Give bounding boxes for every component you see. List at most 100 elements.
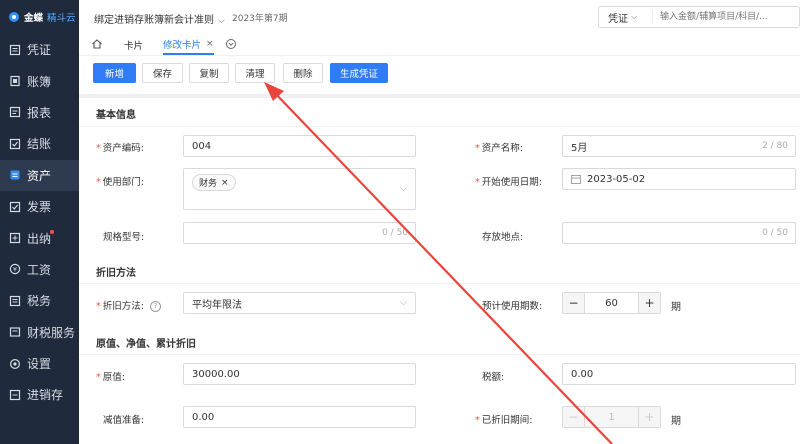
asset-name-input[interactable]: 5月 2 / 80: [562, 135, 796, 157]
sidebar-item-label: 设置: [27, 357, 52, 372]
location-label: 存放地点:: [482, 232, 524, 243]
start-date-label: * 开始使用日期:: [475, 177, 542, 188]
impairment-value: 0.00: [192, 411, 215, 423]
new-button[interactable]: 新增: [93, 63, 136, 83]
increment-button[interactable]: +: [639, 293, 660, 313]
search-input[interactable]: [653, 11, 799, 23]
company-name: 绑定进销存账簿新会计准则: [94, 15, 214, 26]
search-type-label: 凭证: [608, 13, 628, 25]
sidebar-item-inventory[interactable]: 进销存: [0, 379, 79, 410]
toolbar: 新增 保存 复制 清理 删除 生成凭证: [79, 55, 800, 94]
char-counter: 0 / 50: [382, 228, 408, 238]
sidebar: 金蝶 精斗云 凭证 账簿 报表 结账 资产 发票 出纳 ¥ 工资 税务 财税服务: [0, 0, 79, 444]
asset-code-value: 004: [192, 140, 212, 152]
dep-periods-stepper: − 1 +: [562, 406, 661, 428]
sidebar-item-settings[interactable]: 设置: [0, 348, 79, 379]
salary-icon: ¥: [9, 263, 21, 275]
sidebar-item-label: 进销存: [27, 388, 64, 403]
impairment-label: 减值准备:: [103, 415, 145, 426]
close-icon[interactable]: ×: [206, 39, 214, 49]
brand-logo-icon: [8, 11, 20, 23]
sidebar-item-voucher[interactable]: 凭证: [0, 34, 79, 65]
chevron-down-icon: ⌵: [400, 298, 407, 308]
decrement-button[interactable]: −: [563, 293, 584, 313]
settings-icon: [9, 358, 21, 370]
tab-label: 修改卡片: [163, 39, 202, 51]
sidebar-item-label: 报表: [27, 105, 52, 120]
sidebar-item-salary[interactable]: ¥ 工资: [0, 254, 79, 285]
sidebar-item-service[interactable]: 财税服务: [0, 317, 79, 348]
original-value-value: 30000.00: [192, 368, 240, 380]
sidebar-item-label: 结账: [27, 137, 52, 152]
search-type-select[interactable]: 凭证 ⌵: [599, 10, 654, 25]
sidebar-item-ledger[interactable]: 账簿: [0, 65, 79, 96]
save-button[interactable]: 保存: [142, 63, 183, 83]
voucher-icon: [9, 44, 21, 56]
increment-button: +: [639, 407, 660, 427]
chevron-down-icon: ⌵: [631, 12, 638, 21]
dep-periods-unit: 期: [671, 416, 681, 427]
asset-code-input[interactable]: 004: [183, 135, 416, 157]
notification-dot: [50, 230, 54, 235]
dep-method-label: * 折旧方法:?: [96, 298, 161, 312]
section-title-depreciation: 折旧方法: [96, 268, 136, 279]
sidebar-item-label: 税务: [27, 294, 52, 309]
tax-label: 税额:: [482, 372, 505, 383]
sidebar-item-invoice[interactable]: 发票: [0, 191, 79, 222]
sidebar-item-cashier[interactable]: 出纳: [0, 222, 79, 253]
chevron-down-icon: ⌵: [400, 184, 407, 194]
inventory-icon: [9, 389, 21, 401]
sidebar-item-label: 出纳: [27, 231, 52, 246]
ledger-icon: [9, 75, 21, 87]
accounting-period: 2023年第7期: [232, 14, 288, 24]
department-label: * 使用部门:: [96, 177, 144, 188]
more-tabs-icon[interactable]: [225, 38, 237, 50]
start-date-value: 2023-05-02: [587, 173, 646, 185]
calendar-icon: [571, 175, 581, 184]
sidebar-item-label: 财税服务: [27, 325, 76, 340]
dep-method-value: 平均年限法: [192, 299, 242, 311]
tag-close-icon[interactable]: ×: [221, 178, 229, 188]
dep-periods-value: 1: [584, 407, 639, 427]
spec-input[interactable]: 0 / 50: [183, 222, 416, 244]
brand-logo[interactable]: 金蝶 精斗云: [0, 0, 79, 34]
delete-button[interactable]: 删除: [283, 63, 323, 83]
sidebar-item-tax[interactable]: 税务: [0, 285, 79, 316]
spec-label: 规格型号:: [103, 232, 145, 243]
report-icon: [9, 106, 21, 118]
section-title-values: 原值、净值、累计折旧: [96, 339, 196, 350]
impairment-input[interactable]: 0.00: [183, 406, 416, 428]
tab-card[interactable]: 卡片: [124, 34, 143, 55]
tax-input[interactable]: 0.00: [562, 363, 796, 385]
char-counter: 0 / 50: [762, 228, 788, 238]
asset-code-label: * 资产编码:: [96, 143, 144, 154]
asset-name-label: * 资产名称:: [475, 143, 523, 154]
location-input[interactable]: 0 / 50: [562, 222, 796, 244]
department-select[interactable]: 财务 × ⌵: [183, 168, 416, 210]
tax-icon: [9, 295, 21, 307]
top-bar: 绑定进销存账簿新会计准则 ⌵ 2023年第7期 凭证 ⌵: [79, 0, 800, 35]
help-icon[interactable]: ?: [149, 301, 161, 312]
dep-method-select[interactable]: 平均年限法 ⌵: [183, 292, 416, 314]
original-value-input[interactable]: 30000.00: [183, 363, 416, 385]
start-date-picker[interactable]: 2023-05-02: [562, 168, 796, 190]
company-selector[interactable]: 绑定进销存账簿新会计准则 ⌵: [94, 11, 225, 26]
periods-value[interactable]: 60: [584, 293, 639, 313]
sidebar-item-closing[interactable]: 结账: [0, 128, 79, 159]
sidebar-item-asset[interactable]: 资产: [0, 159, 79, 191]
decrement-button: −: [563, 407, 584, 427]
sidebar-item-report[interactable]: 报表: [0, 97, 79, 128]
tab-edit-card[interactable]: 修改卡片 ×: [163, 34, 214, 55]
char-counter: 2 / 80: [762, 141, 788, 151]
periods-unit: 期: [671, 302, 681, 313]
copy-button[interactable]: 复制: [189, 63, 229, 83]
home-icon[interactable]: [91, 38, 103, 50]
brand-name: 金蝶: [24, 13, 44, 24]
generate-voucher-button[interactable]: 生成凭证: [330, 63, 388, 83]
closing-icon: [9, 138, 21, 150]
section-title-basic: 基本信息: [96, 110, 136, 121]
invoice-icon: [9, 201, 21, 213]
asset-card-form: 基本信息 * 资产编码: 004 * 资产名称: 5月 2 / 80 * 使用部门: 财…: [79, 98, 800, 444]
clear-button[interactable]: 清理: [235, 63, 275, 83]
global-search: 凭证 ⌵: [598, 6, 800, 28]
